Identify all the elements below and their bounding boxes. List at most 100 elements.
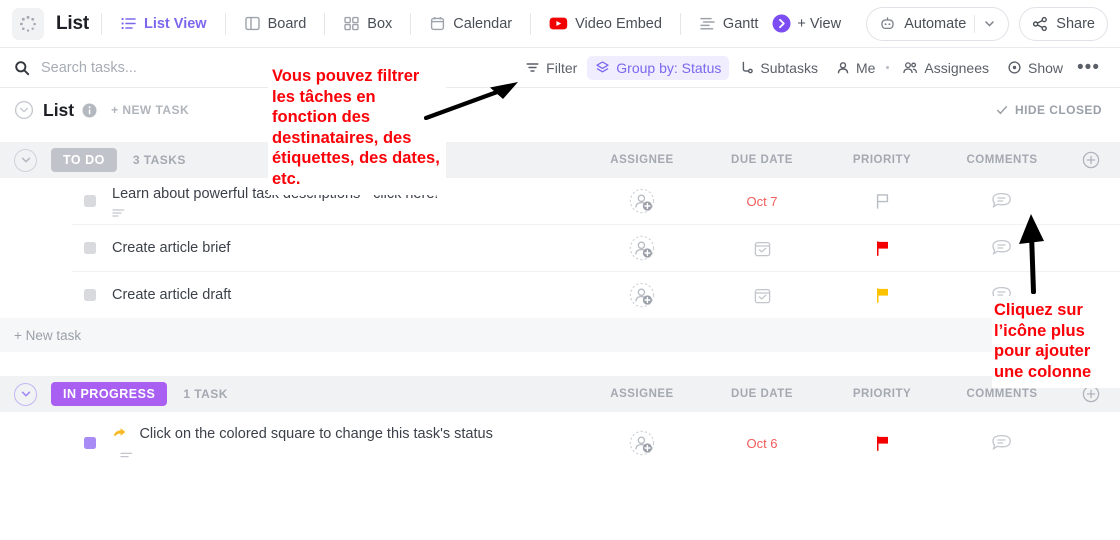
description-lines-icon[interactable] <box>112 208 125 219</box>
task-group-in-progress: IN PROGRESS 1 TASK ASSIGNEE DUE DATE PRI… <box>0 376 1120 474</box>
calendar-icon <box>429 15 446 32</box>
table-row[interactable]: Learn about powerful task descriptions -… <box>72 178 1120 225</box>
list-name: List <box>43 99 75 120</box>
list-header: List + NEW TASK HIDE CLOSED <box>0 88 1120 132</box>
annotation-add-column-note: Cliquez sur l’icône plus pour ajouter un… <box>992 296 1120 388</box>
tab-list-view[interactable]: List View <box>114 11 213 50</box>
task-rows: Learn about powerful task descriptions -… <box>72 178 1120 318</box>
flag-filled-icon <box>876 240 888 256</box>
priority-cell[interactable] <box>822 239 942 258</box>
search-box[interactable] <box>14 58 264 77</box>
column-headers: ASSIGNEE DUE DATE PRIORITY COMMENTS <box>582 151 1120 169</box>
filter-icon <box>525 60 540 75</box>
task-count: 1 TASK <box>183 387 228 401</box>
board-icon <box>244 15 261 32</box>
chevron-right-circle-icon[interactable] <box>772 14 791 33</box>
priority-cell[interactable] <box>822 192 942 211</box>
tab-board[interactable]: Board <box>238 11 313 36</box>
me-label: Me <box>855 59 876 76</box>
chevron-down-circle-icon[interactable] <box>14 100 34 120</box>
group-collapse-icon[interactable] <box>14 148 37 172</box>
divider <box>410 12 412 35</box>
table-row[interactable]: Click on the colored square to change th… <box>72 412 1120 474</box>
box-icon <box>343 15 360 32</box>
description-lines-icon[interactable] <box>120 451 133 459</box>
assignees-filter-button[interactable]: Assignees <box>894 56 997 80</box>
task-main: Create article brief <box>72 238 582 259</box>
check-icon <box>995 103 1009 117</box>
info-icon[interactable] <box>82 103 97 118</box>
show-button[interactable]: Show <box>999 56 1071 80</box>
task-name[interactable]: Create article draft <box>112 285 231 306</box>
due-date-cell[interactable]: Oct 7 <box>702 194 822 209</box>
automate-button[interactable]: Automate <box>866 6 1010 41</box>
priority-cell[interactable] <box>822 286 942 305</box>
assignee-cell[interactable] <box>582 430 702 456</box>
more-options-button[interactable]: ••• <box>1071 58 1106 77</box>
due-date-cell[interactable]: Oct 6 <box>702 436 822 451</box>
comment-icon <box>992 192 1011 208</box>
filter-label: Filter <box>546 59 578 76</box>
me-filter-button[interactable]: Me <box>828 56 883 80</box>
due-date-cell[interactable] <box>702 286 822 305</box>
tab-gantt[interactable]: Gantt <box>693 11 764 36</box>
task-status-checkbox[interactable] <box>84 437 96 449</box>
layers-icon <box>595 60 610 75</box>
task-name[interactable]: Create article brief <box>112 238 230 259</box>
task-status-checkbox[interactable] <box>84 195 96 207</box>
tab-box[interactable]: Box <box>337 11 398 36</box>
divider <box>679 12 681 35</box>
arrow-up-icon <box>1012 212 1054 299</box>
comment-icon <box>992 239 1011 255</box>
add-new-task-button[interactable]: + New task <box>0 318 1120 352</box>
plus-circle-icon <box>1082 151 1100 169</box>
status-badge[interactable]: IN PROGRESS <box>51 382 168 406</box>
assignee-cell[interactable] <box>582 235 702 261</box>
tab-label: List View <box>143 15 207 32</box>
status-badge[interactable]: TO DO <box>51 148 117 172</box>
add-view-label: + View <box>797 15 842 32</box>
column-header-priority: PRIORITY <box>852 388 912 400</box>
divider <box>974 14 976 33</box>
youtube-icon <box>549 16 568 31</box>
assignee-cell[interactable] <box>582 282 702 308</box>
new-task-button[interactable]: + NEW TASK <box>111 103 189 117</box>
assignees-label: Assignees <box>924 59 989 76</box>
group-collapse-icon[interactable] <box>14 382 37 406</box>
task-group-todo: TO DO 3 TASKS ASSIGNEE DUE DATE PRIORITY… <box>0 142 1120 352</box>
add-column-button[interactable] <box>1062 151 1120 169</box>
person-icon <box>836 61 850 75</box>
automate-label: Automate <box>904 15 967 32</box>
task-status-checkbox[interactable] <box>84 289 96 301</box>
people-icon <box>902 61 918 75</box>
subtasks-button[interactable]: Subtasks <box>731 56 826 80</box>
comments-cell[interactable] <box>942 191 1062 211</box>
tab-calendar[interactable]: Calendar <box>423 11 518 36</box>
add-view-button[interactable]: + View <box>797 16 841 32</box>
clickup-list-view-screen: List List View Board Box Calendar Video … <box>0 0 1120 540</box>
tab-label: Box <box>367 15 393 32</box>
assignee-cell[interactable] <box>582 188 702 214</box>
chevron-down-icon[interactable] <box>983 17 996 30</box>
task-status-checkbox[interactable] <box>84 242 96 254</box>
hide-closed-button[interactable]: HIDE CLOSED <box>995 103 1102 117</box>
clickup-spinner-icon[interactable] <box>12 7 44 40</box>
flag-filled-icon <box>876 287 888 303</box>
filter-button[interactable]: Filter <box>517 56 585 80</box>
tab-label: Board <box>267 15 307 32</box>
share-button[interactable]: Share <box>1019 6 1108 41</box>
table-row[interactable]: Create article brief <box>72 225 1120 272</box>
task-name[interactable]: Click on the colored square to change th… <box>139 426 492 442</box>
tab-video-embed[interactable]: Video Embed <box>543 12 668 36</box>
table-row[interactable]: Create article draft <box>72 272 1120 318</box>
search-icon <box>14 60 30 76</box>
task-count: 3 TASKS <box>132 153 186 167</box>
comments-cell[interactable] <box>942 433 1062 453</box>
gantt-icon <box>699 15 716 32</box>
view-bar: List List View Board Box Calendar Video … <box>0 0 1120 50</box>
search-input[interactable] <box>39 58 233 77</box>
priority-cell[interactable] <box>822 434 942 453</box>
group-by-button[interactable]: Group by: Status <box>587 55 730 80</box>
divider <box>324 12 326 35</box>
due-date-cell[interactable] <box>702 239 822 258</box>
